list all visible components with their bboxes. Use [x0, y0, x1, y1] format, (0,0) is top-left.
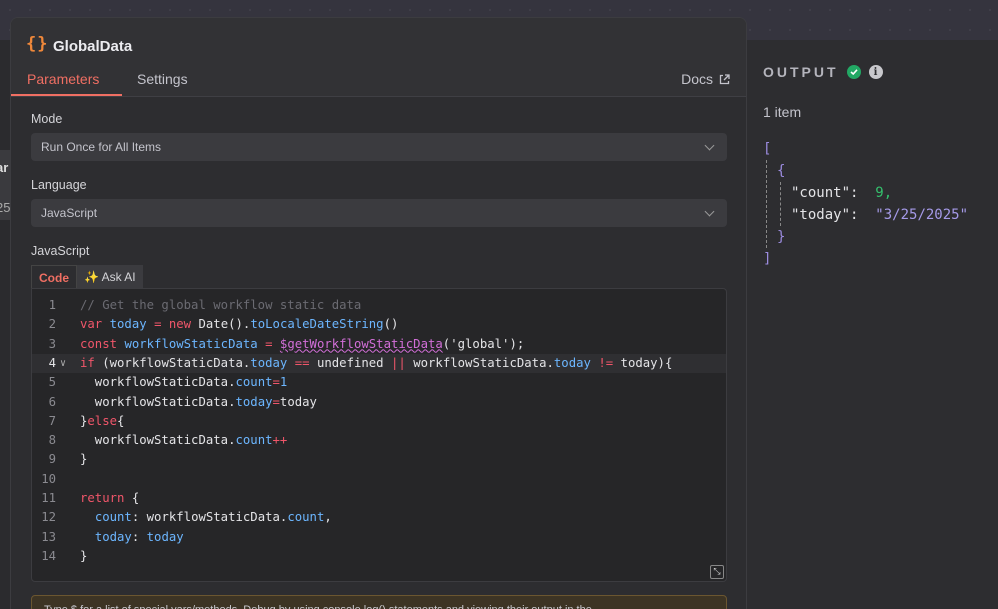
- chevron-down-icon: [704, 140, 715, 150]
- json-line: }: [763, 226, 968, 248]
- line-number: 2: [48, 317, 56, 332]
- code-text: const workflowStaticData = $getWorkflowS…: [80, 336, 525, 351]
- json-key-today[interactable]: "today":: [791, 207, 858, 223]
- line-number: 4: [48, 355, 56, 370]
- json-line: "today": "3/25/2025": [763, 204, 968, 226]
- fold-chevron-icon[interactable]: ∨: [60, 354, 66, 373]
- line-number: 5: [48, 375, 56, 390]
- code-line[interactable]: 9}: [32, 450, 726, 469]
- hint-notice: Type $ for a list of special vars/method…: [31, 595, 727, 609]
- code-text: // Get the global workflow static data: [80, 298, 362, 312]
- language-select-value: JavaScript: [41, 206, 98, 220]
- docs-link[interactable]: Docs: [681, 71, 730, 87]
- curly-braces-icon: {}: [26, 34, 49, 54]
- json-line: ]: [763, 248, 968, 270]
- code-text: workflowStaticData.today=today: [80, 394, 317, 409]
- line-number: 13: [41, 529, 56, 544]
- chevron-down-icon: [704, 206, 715, 216]
- dialog-header: {} GlobalData Parameters Settings Docs: [11, 18, 746, 97]
- json-key-count[interactable]: "count":: [791, 185, 858, 201]
- line-number: 14: [41, 548, 56, 563]
- json-line: [: [763, 138, 968, 160]
- line-number: 9: [48, 452, 56, 467]
- code-text: if (workflowStaticData.today == undefine…: [80, 355, 673, 370]
- line-number: 12: [41, 510, 56, 525]
- code-text: workflowStaticData.count++: [80, 433, 288, 448]
- output-title: OUTPUT: [763, 64, 839, 80]
- left-panel-edge: [0, 40, 10, 609]
- node-title[interactable]: GlobalData: [53, 38, 132, 55]
- code-line[interactable]: 1 // Get the global workflow static data: [32, 296, 726, 315]
- code-line[interactable]: 13 today: today: [32, 528, 726, 547]
- output-item-count: 1 item: [763, 104, 802, 120]
- code-text: workflowStaticData.count=1: [80, 375, 288, 390]
- json-line: {: [763, 160, 968, 182]
- json-close-brace: }: [777, 229, 786, 245]
- docs-label: Docs: [681, 71, 713, 87]
- json-value-count[interactable]: 9,: [875, 185, 892, 201]
- code-line[interactable]: 14}: [32, 547, 726, 566]
- language-label: Language: [31, 178, 87, 192]
- code-text: }: [80, 452, 88, 467]
- left-peek-value: 25: [0, 200, 10, 215]
- output-panel: OUTPUT i 1 item [ { "count": 9, "today":…: [746, 40, 998, 609]
- json-value-today[interactable]: "3/25/2025": [875, 207, 968, 223]
- line-number: 7: [48, 413, 56, 428]
- line-number: 1: [48, 298, 56, 312]
- code-text: var today = new Date().toLocaleDateStrin…: [80, 317, 399, 332]
- language-select[interactable]: JavaScript: [31, 199, 727, 227]
- json-open-brace[interactable]: {: [777, 163, 785, 179]
- code-text: today: today: [94, 529, 184, 544]
- line-number: 3: [48, 336, 56, 351]
- tab-code[interactable]: Code: [31, 265, 77, 289]
- code-line[interactable]: 7 }else{: [32, 412, 726, 431]
- resize-handle-icon[interactable]: ⤡: [710, 565, 724, 579]
- code-line[interactable]: 11 return {: [32, 489, 726, 508]
- code-line[interactable]: 12 count: workflowStaticData.count,: [32, 508, 726, 527]
- code-tabs: Code ✨ Ask AI: [31, 265, 143, 289]
- line-number: 10: [41, 471, 56, 486]
- code-editor[interactable]: 14} 13 today: today 12 count: workflowStat…: [31, 288, 727, 582]
- node-settings-dialog: {} GlobalData Parameters Settings Docs M…: [10, 17, 747, 609]
- json-line: "count": 9,: [763, 182, 968, 204]
- code-text: return {: [80, 491, 140, 505]
- mode-label: Mode: [31, 112, 63, 126]
- active-tab-indicator: [11, 94, 122, 96]
- json-close-bracket: ]: [763, 251, 772, 267]
- line-number: 11: [41, 491, 56, 505]
- code-text: }: [80, 548, 88, 563]
- line-number: 8: [48, 433, 56, 448]
- code-text: }else{: [80, 413, 125, 428]
- code-text: count: workflowStaticData.count,: [94, 510, 332, 525]
- tab-settings[interactable]: Settings: [137, 71, 188, 97]
- json-open-bracket: [: [763, 141, 772, 157]
- code-line[interactable]: 10: [32, 470, 726, 489]
- code-line[interactable]: 3 const workflowStaticData = $getWorkflow…: [32, 335, 726, 354]
- success-check-icon: [846, 65, 861, 79]
- line-number: 6: [48, 394, 56, 409]
- code-line[interactable]: 6 workflowStaticData.today=today: [32, 393, 726, 412]
- output-header: OUTPUT i: [763, 64, 883, 80]
- external-link-icon: [719, 73, 730, 84]
- code-line[interactable]: 8 workflowStaticData.count++: [32, 431, 726, 450]
- code-label: JavaScript: [31, 244, 90, 258]
- code-line[interactable]: 5 workflowStaticData.count=1: [32, 373, 726, 392]
- json-output: [ { "count": 9, "today": "3/25/2025" } ]: [763, 138, 968, 270]
- ask-ai-button[interactable]: ✨ Ask AI: [77, 265, 143, 289]
- mode-select-value: Run Once for All Items: [41, 140, 162, 154]
- info-icon[interactable]: i: [868, 65, 883, 79]
- code-line[interactable]: 2 var today = new Date().toLocaleDateStri…: [32, 315, 726, 334]
- left-peek-text: ar: [0, 160, 9, 175]
- code-line[interactable]: 4 ∨ if (workflowStaticData.today == undefi…: [32, 353, 726, 373]
- mode-select[interactable]: Run Once for All Items: [31, 133, 727, 161]
- left-panel-peek[interactable]: ar 25: [0, 150, 10, 220]
